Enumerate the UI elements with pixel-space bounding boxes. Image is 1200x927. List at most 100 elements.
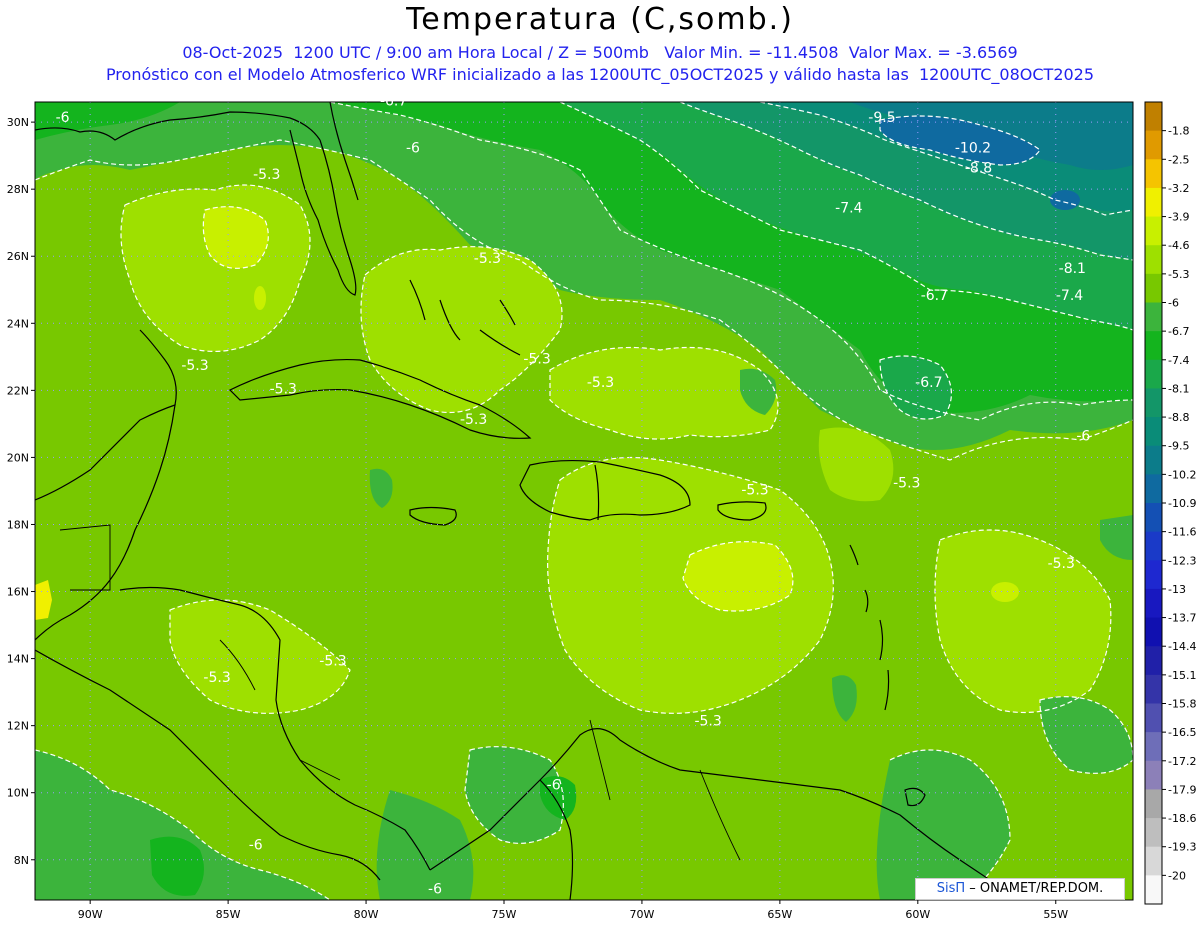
colorbar-swatch (1145, 159, 1162, 189)
longitude-labels: 90W 85W 80W 75W 70W 65W 60W 55W (78, 900, 1068, 921)
latitude-labels: 30N 28N 26N 24N 22N 20N 18N 16N 14N 12N 10N 8N (7, 116, 35, 867)
contour-label: -6.7 (915, 375, 942, 391)
colorbar-label: -3.2 (1168, 182, 1189, 195)
contour-label: -5.3 (1048, 556, 1075, 572)
contour-label: -5.3 (523, 352, 550, 368)
colorbar-swatch (1145, 646, 1162, 676)
credit-text: – ONAMET/REP.DOM. (965, 881, 1104, 896)
colorbar-label: -6 (1168, 297, 1179, 310)
colorbar-label: -19.3 (1168, 841, 1196, 854)
colorbar-swatch (1145, 388, 1162, 418)
colorbar-swatch (1145, 273, 1162, 303)
colorbar-label: -20 (1168, 869, 1186, 882)
lon-tick-label: 80W (354, 908, 379, 921)
colorbar-label: -8.1 (1168, 382, 1189, 395)
colorbar-swatch (1145, 216, 1162, 246)
lat-tick-label: 10N (7, 787, 29, 800)
contour-label: -5.3 (694, 714, 721, 730)
colorbar-label: -16.5 (1168, 726, 1196, 739)
colorbar-swatch (1145, 732, 1162, 762)
colorbar-label: -15.1 (1168, 669, 1196, 682)
lat-tick-label: 28N (7, 183, 29, 196)
contour-label: -5.3 (253, 167, 280, 183)
lon-tick-label: 65W (767, 908, 792, 921)
contour-label: -5.3 (474, 251, 501, 267)
colorbar-label: -18.6 (1168, 812, 1196, 825)
contour-label: -5.3 (270, 382, 297, 398)
contour-label: -6 (1076, 429, 1090, 445)
lat-tick-label: 30N (7, 116, 29, 129)
colorbar-swatch (1145, 531, 1162, 561)
lat-tick-label: 20N (7, 451, 29, 464)
colorbar-swatch (1145, 560, 1162, 590)
contour-label: -5.3 (460, 412, 487, 428)
colorbar-label: -17.9 (1168, 783, 1196, 796)
colorbar-swatch (1145, 359, 1162, 389)
colorbar-label: -12.3 (1168, 554, 1196, 567)
contour-label: -6 (547, 777, 561, 793)
colorbar-swatch (1145, 674, 1162, 704)
colorbar-swatch (1145, 245, 1162, 275)
lat-tick-label: 12N (7, 720, 29, 733)
colorbar-swatch (1145, 789, 1162, 819)
colorbar-swatch (1145, 445, 1162, 475)
colorbar-label: -13 (1168, 583, 1186, 596)
lon-tick-label: 60W (905, 908, 930, 921)
colorbar-swatch (1145, 331, 1162, 361)
colorbar-label: -9.5 (1168, 440, 1189, 453)
contour-label: -6 (249, 838, 263, 854)
colorbar-label: -4.6 (1168, 239, 1189, 252)
lat-tick-label: 22N (7, 384, 29, 397)
lat-tick-label: 14N (7, 653, 29, 666)
colorbar-label: -3.9 (1168, 211, 1189, 224)
contour-label: -8.8 (965, 160, 992, 176)
colorbar-label: -10.2 (1168, 468, 1196, 481)
lon-tick-label: 90W (78, 908, 103, 921)
colorbar-label: -14.4 (1168, 640, 1196, 653)
colorbar-swatch (1145, 187, 1162, 218)
colorbar-label: -2.5 (1168, 153, 1189, 166)
colorbar-swatch (1145, 102, 1162, 132)
contour-label: -8.1 (1059, 261, 1086, 277)
lon-tick-label: 85W (216, 908, 241, 921)
colorbar-label: -8.8 (1168, 411, 1189, 424)
shaded-field (35, 102, 1133, 900)
colorbar-label: -15.8 (1168, 698, 1196, 711)
contour-label: -6 (406, 140, 420, 156)
colorbar-swatch (1145, 703, 1162, 733)
colorbar-label: -5.3 (1168, 268, 1189, 281)
colorbar-swatch (1145, 846, 1162, 876)
colorbar: -1.8 -2.5 -3.2 -3.9 -4.6 -5.3 -6 -6.7 -7.4 -8.1 -8… (1144, 101, 1196, 905)
colorbar-swatch (1145, 588, 1162, 619)
contour-label: -6 (428, 881, 442, 897)
lat-tick-label: 8N (14, 854, 29, 867)
credit-brand: SisΠ (936, 881, 966, 896)
contour-label: -5.3 (741, 482, 768, 498)
contour-label: -6.7 (380, 93, 407, 109)
colorbar-swatch (1145, 617, 1162, 647)
colorbar-swatch (1145, 818, 1162, 848)
colorbar-swatch (1145, 474, 1162, 504)
colorbar-swatch (1145, 302, 1162, 332)
colorbar-label: -1.8 (1168, 125, 1189, 138)
lon-tick-label: 75W (492, 908, 517, 921)
temperature-map: 30N 28N 26N 24N 22N 20N 18N 16N 14N 12N 10N 8N 90W 8… (7, 93, 1197, 921)
colorbar-label: -7.4 (1168, 354, 1189, 367)
colorbar-label: -10.9 (1168, 497, 1196, 510)
colorbar-swatch (1145, 503, 1162, 533)
lat-tick-label: 18N (7, 518, 29, 531)
colorbar-label: -17.2 (1168, 755, 1196, 768)
colorbar-label: -11.6 (1168, 526, 1196, 539)
contour-label: -5.3 (319, 653, 346, 669)
contour-label: -6 (56, 110, 70, 126)
colorbar-label: -13.7 (1168, 612, 1196, 625)
lon-tick-label: 70W (629, 908, 654, 921)
credit-badge: SisΠ – ONAMET/REP.DOM. (915, 878, 1125, 900)
contour-label: -5.3 (181, 358, 208, 374)
colorbar-label: -6.7 (1168, 325, 1189, 338)
contour-label: -7.4 (835, 201, 862, 217)
colorbar-swatch (1145, 875, 1162, 905)
lon-tick-label: 55W (1043, 908, 1068, 921)
contour-label: -7.4 (1056, 288, 1083, 304)
lat-tick-label: 26N (7, 250, 29, 263)
